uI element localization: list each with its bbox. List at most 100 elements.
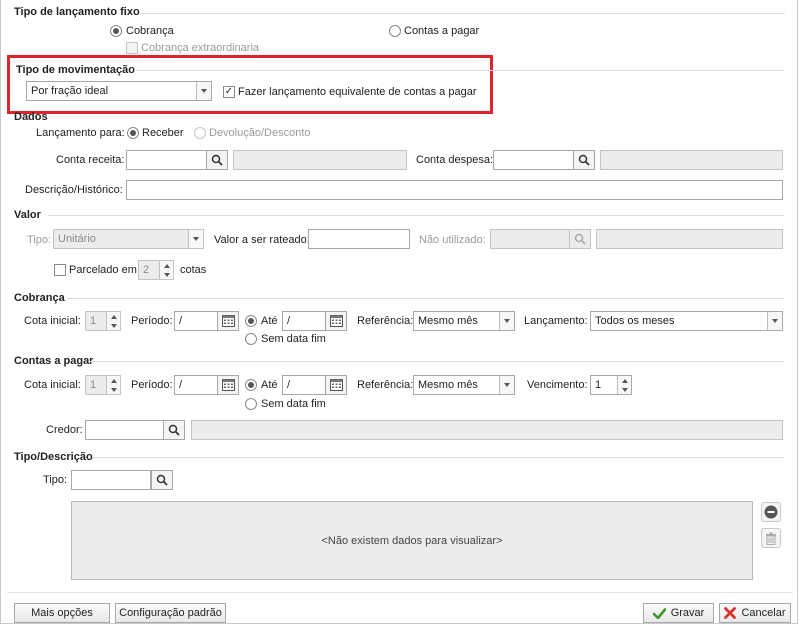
tipo-descricao-tipo-label: Tipo: [43,474,68,486]
nao-utilizado-descricao [596,229,783,249]
data-grid[interactable]: <Não existem dados para visualizar> [71,501,753,580]
conta-despesa-input[interactable] [493,150,574,170]
separator [48,215,784,216]
search-icon[interactable] [573,150,595,170]
cobranca-periodo-input[interactable]: / [174,311,218,331]
nao-utilizado-input [490,229,570,249]
nao-utilizado-label: Não utilizado: [419,234,486,246]
radio-contas-sem-data-fim[interactable] [245,398,257,410]
mais-opcoes-label: Mais opções [31,607,93,619]
radio-cobranca-label: Cobrança [126,25,174,37]
radio-receber-label: Receber [142,127,184,139]
chevron-down-icon[interactable] [499,376,514,394]
contas-periodo-label: Período: [131,379,173,391]
radio-devolucao-desconto-label: Devolução/Desconto [209,127,311,139]
gravar-button[interactable]: Gravar [643,603,714,623]
calendar-icon[interactable] [217,375,239,395]
separator [90,361,784,362]
chevron-down-icon[interactable] [499,312,514,330]
cobranca-periodo-label: Período: [131,315,173,327]
contas-cota-inicial-value: 1 [90,379,97,391]
cobranca-cota-inicial-label: Cota inicial: [24,315,81,327]
credor-input[interactable] [85,420,164,440]
search-icon[interactable] [163,420,185,440]
cobranca-referencia-select[interactable]: Mesmo mês [413,311,515,331]
valor-tipo-value: Unitário [58,233,96,245]
section-title-contas-a-pagar: Contas a pagar [14,355,94,367]
descricao-historico-input[interactable] [126,180,783,200]
calendar-icon[interactable] [325,311,347,331]
checkbox-lancamento-equivalente[interactable]: ✓ [223,86,235,98]
contas-sem-data-fim-label: Sem data fim [261,398,326,410]
radio-contas-ate[interactable] [245,379,257,391]
parcelado-em-label: Parcelado em [69,264,137,276]
calendar-icon[interactable] [217,311,239,331]
configuracao-padrao-button[interactable]: Configuração padrão [115,603,226,623]
chevron-down-icon[interactable] [767,312,782,330]
section-title-valor: Valor [14,209,41,221]
contas-vencimento-label: Vencimento: [527,379,588,391]
parcelas-stepper[interactable]: 2 [138,260,174,280]
separator [93,457,784,458]
check-icon [652,607,666,619]
cobranca-ate-input[interactable]: / [282,311,326,331]
search-icon[interactable] [151,470,173,490]
stepper-arrows-icon[interactable] [106,312,120,330]
stepper-arrows-icon[interactable] [106,376,120,394]
checkbox-cobranca-extraordinaria[interactable] [126,42,138,54]
contas-vencimento-stepper[interactable]: 1 [590,375,632,395]
tipo-movimentacao-value: Por fração ideal [31,85,109,97]
separator [134,70,784,71]
contas-vencimento-value: 1 [595,379,602,391]
cobranca-cota-inicial-stepper[interactable]: 1 [85,311,121,331]
contas-cota-inicial-stepper[interactable]: 1 [85,375,121,395]
tipo-movimentacao-select[interactable]: Por fração ideal [26,81,212,101]
radio-receber[interactable] [127,127,139,139]
chevron-down-icon[interactable] [188,230,203,248]
contas-ate-label: Até [261,379,278,391]
descricao-historico-label: Descrição/Histórico: [25,184,123,196]
cobranca-lancamento-value: Todos os meses [595,315,675,327]
section-title-cobranca: Cobrança [14,292,65,304]
mais-opcoes-button[interactable]: Mais opções [14,603,110,623]
stepper-arrows-icon[interactable] [617,376,631,394]
lancamento-para-label: Lançamento para: [36,127,125,139]
cobranca-cota-inicial-value: 1 [90,315,97,327]
cotas-label: cotas [180,264,207,276]
delete-item-button[interactable] [761,528,781,548]
radio-cobranca-sem-data-fim[interactable] [245,333,257,345]
credor-descricao [191,420,783,440]
stepper-arrows-icon[interactable] [159,261,173,279]
checkbox-lancamento-equivalente-label: Fazer lançamento equivalente de contas a… [238,86,477,98]
remove-item-button[interactable] [761,502,781,522]
radio-cobranca[interactable] [110,25,122,37]
search-icon[interactable] [569,229,591,249]
cancelar-label: Cancelar [741,607,786,619]
configuracao-padrao-label: Configuração padrão [119,607,222,619]
contas-referencia-select[interactable]: Mesmo mês [413,375,515,395]
chevron-down-icon[interactable] [196,82,211,100]
conta-receita-input[interactable] [126,150,207,170]
radio-devolucao-desconto[interactable] [194,127,206,139]
search-icon[interactable] [206,150,228,170]
footer-separator [7,592,793,593]
cancelar-button[interactable]: Cancelar [719,603,791,623]
valor-rateado-label: Valor a ser rateado: [214,234,310,246]
valor-tipo-select[interactable]: Unitário [53,229,204,249]
tipo-descricao-input[interactable] [71,470,151,490]
cobranca-referencia-value: Mesmo mês [418,315,478,327]
calendar-icon[interactable] [325,375,347,395]
section-title-dados: Dados [14,111,48,123]
cobranca-referencia-label: Referência: [357,315,414,327]
contas-referencia-label: Referência: [357,379,414,391]
valor-rateado-input[interactable] [308,229,410,249]
radio-contas-a-pagar[interactable] [389,25,401,37]
conta-despesa-descricao [600,150,783,170]
checkbox-parcelado[interactable] [54,264,66,276]
contas-ate-input[interactable]: / [282,375,326,395]
cobranca-lancamento-label: Lançamento: [524,315,588,327]
radio-cobranca-ate[interactable] [245,315,257,327]
separator [140,13,785,14]
cobranca-lancamento-select[interactable]: Todos os meses [590,311,783,331]
contas-periodo-input[interactable]: / [174,375,218,395]
